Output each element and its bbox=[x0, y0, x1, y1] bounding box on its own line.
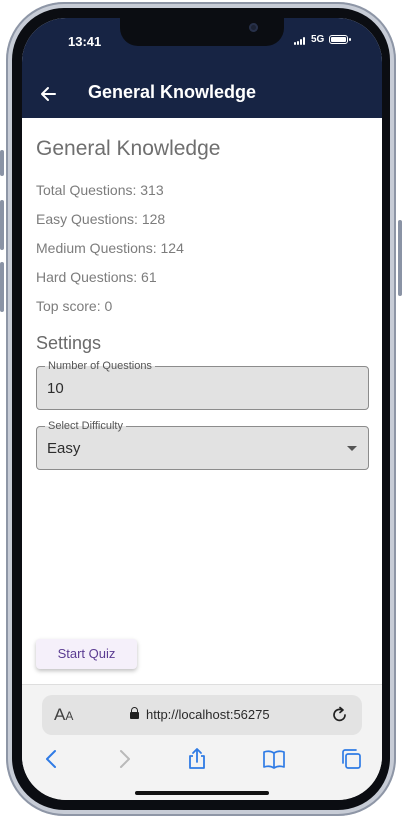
forward-icon[interactable] bbox=[112, 747, 136, 771]
stat-total-questions: Total Questions: 313 bbox=[36, 182, 164, 198]
url-text[interactable]: http://localhost:56275 bbox=[146, 707, 270, 722]
stat-easy-questions: Easy Questions: 128 bbox=[36, 211, 166, 227]
bookmarks-icon[interactable] bbox=[262, 747, 286, 771]
back-icon[interactable] bbox=[40, 747, 64, 771]
signal-icon bbox=[294, 37, 308, 45]
text-size-icon[interactable]: AA bbox=[54, 705, 73, 725]
app-bar-title: General Knowledge bbox=[88, 82, 257, 102]
notch bbox=[120, 18, 284, 46]
settings-heading: Settings bbox=[36, 333, 102, 353]
start-quiz-button[interactable]: Start Quiz bbox=[36, 639, 137, 669]
page-title: General Knowledge bbox=[36, 137, 221, 160]
side-button bbox=[0, 150, 4, 176]
lock-icon bbox=[130, 707, 139, 719]
difficulty-value: Easy bbox=[47, 440, 81, 457]
status-time: 13:41 bbox=[68, 34, 102, 49]
number-of-questions-label: Number of Questions bbox=[45, 359, 155, 373]
stat-hard-questions: Hard Questions: 61 bbox=[36, 269, 157, 285]
camera-icon bbox=[249, 23, 258, 32]
main-content: General Knowledge Total Questions: 313 E… bbox=[22, 118, 382, 684]
share-icon[interactable] bbox=[185, 747, 209, 771]
difficulty-label: Select Difficulty bbox=[45, 419, 126, 433]
side-button bbox=[0, 262, 4, 312]
app-bar: General Knowledge bbox=[22, 68, 382, 118]
stat-medium-questions: Medium Questions: 124 bbox=[36, 240, 184, 256]
network-label: 5G bbox=[311, 34, 325, 45]
tabs-icon[interactable] bbox=[339, 747, 363, 771]
status-bar: 13:41 5G bbox=[22, 18, 382, 68]
dropdown-arrow-icon[interactable] bbox=[347, 446, 357, 451]
stat-top-score: Top score: 0 bbox=[36, 298, 113, 314]
side-button bbox=[0, 200, 4, 250]
difficulty-select[interactable]: Select Difficulty Easy bbox=[36, 419, 369, 470]
address-bar[interactable]: AA http://localhost:56275 bbox=[42, 695, 362, 735]
phone-screen: 13:41 5G General Knowledge General Knowl… bbox=[22, 18, 382, 800]
number-of-questions-value: 10 bbox=[47, 380, 64, 397]
reload-icon[interactable] bbox=[331, 706, 349, 724]
arrow-left-icon[interactable] bbox=[38, 84, 58, 104]
battery-icon bbox=[329, 35, 351, 44]
home-indicator bbox=[135, 791, 269, 795]
number-of-questions-input[interactable]: Number of Questions 10 bbox=[36, 359, 369, 410]
browser-toolbar: AA http://localhost:56275 bbox=[22, 684, 382, 800]
side-button bbox=[398, 220, 402, 296]
